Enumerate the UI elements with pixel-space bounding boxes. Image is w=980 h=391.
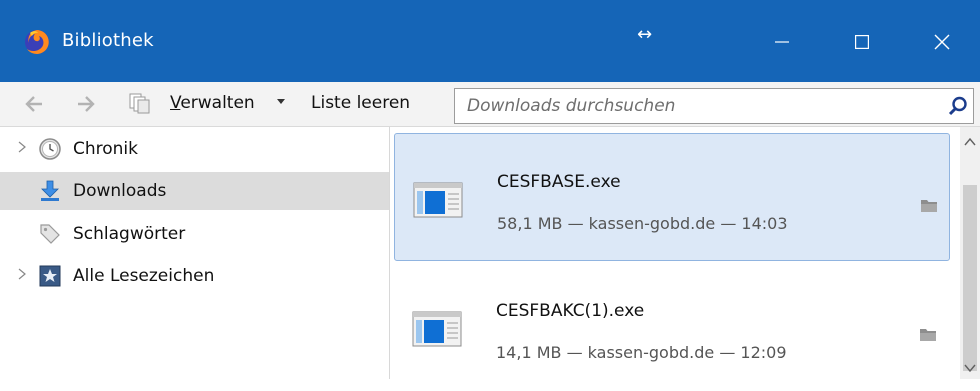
clear-list-button[interactable]: Liste leeren (311, 93, 410, 113)
sidebar-item-label: Alle Lesezeichen (73, 266, 215, 286)
search-box[interactable] (454, 88, 974, 124)
downloads-list: CESFBASE.exe 58,1 MB — kassen-gobd.de — … (390, 127, 960, 379)
vertical-scrollbar[interactable] (960, 127, 980, 379)
window-title: Bibliothek (62, 30, 154, 51)
manage-button[interactable]: Verwalten (170, 93, 255, 113)
executable-file-icon (412, 311, 462, 347)
download-item[interactable]: CESFBASE.exe 58,1 MB — kassen-gobd.de — … (394, 133, 950, 261)
dropdown-caret-icon[interactable] (277, 99, 285, 104)
organize-pages-icon (129, 93, 150, 114)
search-input[interactable] (467, 94, 927, 118)
folder-icon[interactable] (920, 327, 936, 341)
star-bookmark-icon (39, 265, 61, 287)
minimize-button[interactable] (752, 22, 812, 62)
tag-icon (40, 224, 60, 244)
maximize-icon (855, 35, 869, 49)
maximize-button[interactable] (832, 22, 892, 62)
sidebar-item-downloads[interactable]: Downloads (0, 172, 389, 210)
sidebar-item-label: Chronik (73, 139, 139, 159)
download-details: 14,1 MB — kassen-gobd.de — 12:09 (496, 343, 787, 362)
sidebar-item-label: Downloads (73, 181, 167, 201)
download-item[interactable]: CESFBAKC(1).exe 14,1 MB — kassen-gobd.de… (394, 263, 950, 391)
search-icon[interactable] (948, 96, 968, 116)
chevron-right-icon[interactable] (16, 268, 28, 280)
close-icon (934, 34, 950, 50)
sidebar-item-tags[interactable]: Schlagwörter (0, 215, 389, 253)
download-filename: CESFBASE.exe (497, 172, 621, 192)
download-arrow-icon (41, 180, 59, 201)
back-arrow-icon[interactable] (24, 94, 44, 114)
folder-icon[interactable] (921, 198, 937, 212)
executable-file-icon (413, 182, 463, 218)
chevron-right-icon[interactable] (16, 141, 28, 153)
download-details: 58,1 MB — kassen-gobd.de — 14:03 (497, 214, 788, 233)
library-window: Bibliothek ↔ Verwalten Liste leeren Down… (0, 0, 980, 379)
manage-accesskey: V (170, 93, 181, 113)
manage-label: erwalten (180, 93, 255, 113)
minimize-icon (775, 41, 789, 43)
firefox-logo-icon (25, 30, 49, 54)
close-button[interactable] (912, 22, 972, 62)
title-bar[interactable]: Bibliothek ↔ (0, 0, 980, 82)
clock-icon (39, 138, 61, 160)
scroll-up-icon[interactable] (964, 137, 976, 147)
scroll-down-icon[interactable] (964, 363, 976, 373)
sidebar-item-chronik[interactable]: Chronik (0, 130, 389, 168)
sidebar-item-all-bookmarks[interactable]: Alle Lesezeichen (0, 257, 389, 295)
scrollbar-thumb[interactable] (963, 185, 977, 371)
sidebar-item-label: Schlagwörter (73, 224, 186, 244)
download-filename: CESFBAKC(1).exe (496, 301, 645, 321)
forward-arrow-icon[interactable] (76, 94, 96, 114)
resize-arrows-icon: ↔ (637, 24, 653, 45)
sidebar-tree: Chronik Downloads Schlagwörter Alle Lese… (0, 127, 390, 379)
